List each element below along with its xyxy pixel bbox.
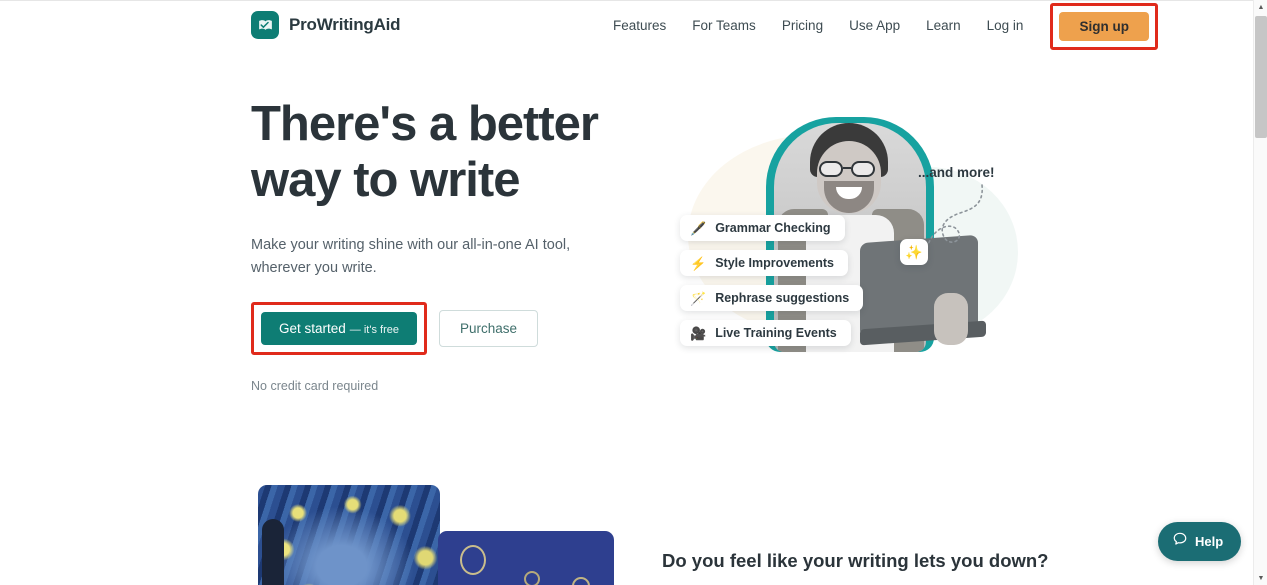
hero-title: There's a better way to write bbox=[251, 97, 599, 207]
magic-wand-icon: 🪄 bbox=[690, 290, 707, 306]
help-widget-label: Help bbox=[1195, 534, 1224, 549]
scroll-down-arrow-icon[interactable]: ▼ bbox=[1254, 571, 1267, 585]
purchase-button[interactable]: Purchase bbox=[438, 310, 539, 347]
get-started-button[interactable]: Get started — it's free bbox=[261, 312, 417, 345]
feature-badge-list: 🖋️ Grammar Checking ⚡ Style Improvements… bbox=[680, 215, 864, 355]
help-widget-button[interactable]: Help bbox=[1158, 522, 1242, 561]
nav-link-log-in[interactable]: Log in bbox=[974, 1, 1037, 51]
feature-badge-label: Rephrase suggestions bbox=[715, 291, 850, 305]
lightning-bolt-icon: ⚡ bbox=[690, 255, 707, 271]
section-heading: Do you feel like your writing lets you d… bbox=[662, 550, 1049, 571]
cypress-tree-shape bbox=[262, 519, 284, 585]
nav-link-use-app[interactable]: Use App bbox=[836, 1, 913, 51]
fountain-pen-icon: 🖋️ bbox=[690, 220, 707, 236]
get-started-highlight-box: Get started — it's free bbox=[251, 302, 427, 355]
site-header: ProWritingAid Features For Teams Pricing… bbox=[0, 1, 1253, 51]
and-more-annotation: ...and more! bbox=[918, 165, 995, 180]
scrollbar-thumb[interactable] bbox=[1255, 16, 1267, 138]
nav-link-features[interactable]: Features bbox=[600, 1, 679, 51]
feature-badge-label: Grammar Checking bbox=[715, 221, 831, 235]
person-hand bbox=[934, 293, 968, 345]
feature-badge-label: Live Training Events bbox=[715, 326, 837, 340]
hero-cta-row: Get started — it's free Purchase bbox=[251, 302, 611, 355]
hero-content: There's a better way to write Make your … bbox=[251, 96, 611, 393]
get-started-label: Get started bbox=[279, 321, 346, 336]
sign-up-button[interactable]: Sign up bbox=[1059, 11, 1149, 41]
movie-camera-icon: 🎥 bbox=[690, 325, 707, 341]
book-check-icon bbox=[251, 11, 279, 39]
page-viewport: ProWritingAid Features For Teams Pricing… bbox=[0, 0, 1253, 585]
browser-page: ProWritingAid Features For Teams Pricing… bbox=[0, 0, 1267, 585]
brand-logo-link[interactable]: ProWritingAid bbox=[251, 11, 401, 39]
chat-bubble-icon bbox=[1172, 531, 1188, 552]
blue-swirl-card bbox=[438, 531, 614, 585]
no-credit-card-note: No credit card required bbox=[251, 379, 379, 393]
sparkles-badge: ✨ bbox=[900, 239, 928, 265]
feature-badge-grammar-checking: 🖋️ Grammar Checking bbox=[680, 215, 845, 241]
brand-name: ProWritingAid bbox=[289, 15, 401, 34]
feature-badge-live-training-events: 🎥 Live Training Events bbox=[680, 320, 851, 346]
sign-up-highlight-box: Sign up bbox=[1050, 2, 1158, 50]
glasses-icon bbox=[819, 161, 879, 177]
feature-badge-style-improvements: ⚡ Style Improvements bbox=[680, 250, 848, 276]
hero-subtitle: Make your writing shine with our all-in-… bbox=[251, 237, 571, 276]
hero-illustration: ...and more! ✨ 🖋️ Grammar Checking ⚡ Sty… bbox=[648, 97, 1028, 397]
artwork-cards bbox=[258, 485, 614, 585]
curly-arrow-icon bbox=[927, 184, 983, 246]
main-navigation: Features For Teams Pricing Use App Learn… bbox=[600, 1, 1158, 51]
nav-link-pricing[interactable]: Pricing bbox=[769, 1, 836, 51]
get-started-free-suffix: — it's free bbox=[349, 324, 399, 336]
feature-badge-rephrase-suggestions: 🪄 Rephrase suggestions bbox=[680, 285, 864, 311]
feature-badge-label: Style Improvements bbox=[715, 256, 834, 270]
vertical-scrollbar[interactable]: ▲ ▼ bbox=[1253, 0, 1267, 585]
scroll-up-arrow-icon[interactable]: ▲ bbox=[1254, 0, 1267, 14]
nav-link-for-teams[interactable]: For Teams bbox=[679, 1, 769, 51]
sparkles-icon: ✨ bbox=[905, 243, 923, 260]
nav-link-learn[interactable]: Learn bbox=[913, 1, 974, 51]
starry-night-image bbox=[258, 485, 440, 585]
